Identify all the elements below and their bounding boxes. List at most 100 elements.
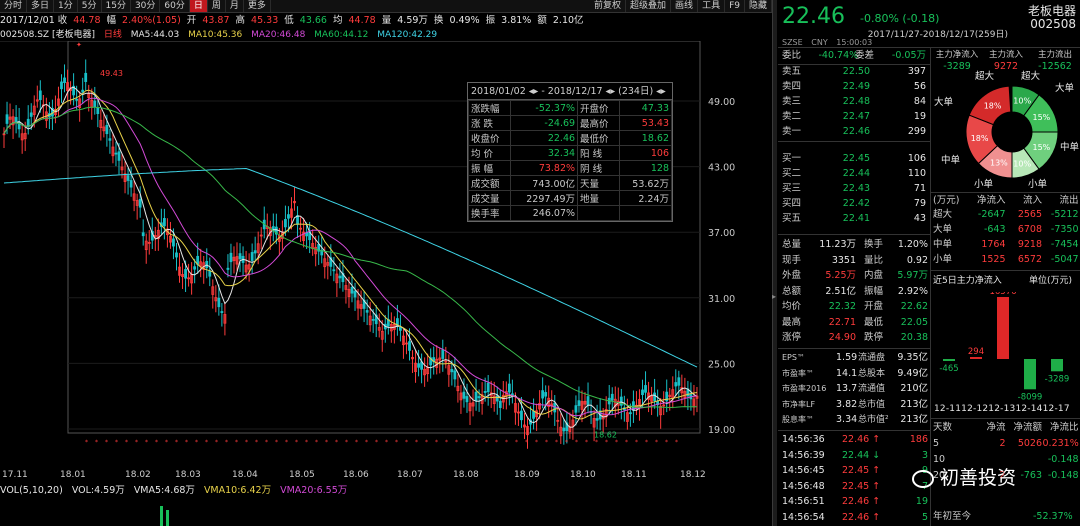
- period-tab[interactable]: 15分: [102, 0, 131, 12]
- stats-key: 收盘价: [468, 130, 511, 146]
- stats-key: 阳 线: [577, 145, 620, 161]
- stats-value: 2.24万: [618, 190, 673, 206]
- info-bar: 2017/12/01 收 44.78 幅 2.40%(1.05) 开 43.87 高 4…: [0, 13, 772, 29]
- weibi-row: 委比 -40.74% 委差 -0.05万: [782, 49, 928, 63]
- pie-label-big-right: 大单: [1055, 83, 1075, 94]
- flow-table-cell: -5212: [1050, 209, 1079, 220]
- stats-header[interactable]: 2018/01/02 ◂▸ - 2018/12/17 ◂▸ (234日) ◂▸: [468, 83, 672, 100]
- period-tab[interactable]: 60分: [160, 0, 190, 12]
- tick-row: 14:56:39 22.44 ↓ 3: [782, 449, 928, 463]
- candle-body: [38, 90, 42, 101]
- signal-mark: *: [195, 439, 198, 446]
- flow-table-cell: 超大: [933, 209, 953, 220]
- cell: 22.44: [842, 168, 870, 179]
- stats-value: 32.34: [509, 145, 579, 161]
- period-cell: -0.148: [1047, 470, 1079, 481]
- period-head-cell: 净流额: [1013, 422, 1042, 433]
- divider: [778, 430, 930, 431]
- candle-body: [226, 267, 230, 270]
- ma20-label: MA20:46.48: [251, 30, 306, 40]
- five-day-bar-label: -8099: [1018, 392, 1043, 402]
- cell: 3.82: [836, 398, 858, 410]
- candle-body: [114, 152, 118, 155]
- stock-code[interactable]: 002508.SZ [老板电器]: [0, 30, 95, 40]
- cell: 外盘: [782, 270, 802, 281]
- period-tab[interactable]: 5分: [78, 0, 102, 12]
- period-tab[interactable]: 多日: [27, 0, 55, 12]
- cell: 买五: [782, 213, 802, 224]
- period-tab[interactable]: 1分: [54, 0, 78, 12]
- volume-bars: [160, 506, 169, 526]
- flow-table-row: 超大 -2647 2565 -5212: [933, 208, 1079, 222]
- candle-body: [674, 382, 678, 387]
- signal-mark: *: [565, 439, 568, 446]
- stats-value: 2297.49万: [509, 190, 579, 206]
- cell: 397: [907, 66, 926, 77]
- cell: EPS™: [782, 353, 805, 362]
- cell: 84: [913, 96, 926, 107]
- period-tab[interactable]: 分时: [0, 0, 28, 12]
- cell: 内盘: [864, 270, 884, 281]
- candle-body: [574, 405, 578, 413]
- toolbar-button[interactable]: 前复权: [590, 0, 627, 12]
- info-item: 量 4.59万: [381, 15, 428, 26]
- cell: 22.45 ↑: [842, 480, 881, 492]
- signal-mark: *: [235, 439, 238, 446]
- stats-key: 天量: [577, 175, 620, 191]
- toolbar-button[interactable]: 超级叠加: [626, 0, 672, 12]
- period-tab[interactable]: 30分: [131, 0, 161, 12]
- vma5-label: VMA5:4.68万: [133, 485, 195, 496]
- collapse-arrow-icon[interactable]: ▸: [772, 292, 777, 301]
- cell: 0.92: [906, 254, 928, 266]
- signal-mark: *: [475, 439, 478, 446]
- signal-mark: *: [385, 439, 388, 446]
- cell: -40.74%: [818, 50, 859, 61]
- cell: 14:56:54: [782, 511, 825, 523]
- info-item: 低 43.66: [284, 15, 327, 26]
- signal-mark: *: [215, 439, 218, 446]
- candle-body: [498, 400, 502, 408]
- x-axis: 17.11 18.01 18.02 18.03 18.04 18.05 18.06 18.07…: [0, 470, 772, 482]
- candle-body: [465, 396, 469, 403]
- candle-body: [126, 175, 130, 181]
- panel-divider[interactable]: [772, 0, 777, 526]
- stats-value: 106: [618, 145, 673, 161]
- toolbar-button[interactable]: F9: [725, 0, 745, 12]
- cell: 22.46 ↑: [842, 434, 881, 445]
- candle-body: [205, 261, 209, 269]
- candle-body: [253, 250, 257, 254]
- fundamental-row: 股息率™ 3.34 总市值² 213亿: [782, 413, 928, 427]
- pie-label-super-right: 超大: [1021, 71, 1041, 82]
- toolbar-button[interactable]: 隐藏: [745, 0, 772, 12]
- candle-body: [172, 238, 175, 247]
- signal-mark: *: [465, 439, 468, 446]
- toolbar-button[interactable]: 工具: [698, 0, 726, 12]
- candle-body: [29, 112, 33, 117]
- cell: 22.41: [842, 213, 870, 224]
- cell: 卖四: [782, 81, 802, 92]
- signal-mark: *: [135, 439, 138, 446]
- flow-table-cell: 小单: [933, 254, 953, 265]
- signal-mark: *: [415, 439, 418, 446]
- period-tab[interactable]: 月: [226, 0, 244, 12]
- cell: 79: [913, 198, 926, 209]
- toolbar-button[interactable]: 画线: [671, 0, 699, 12]
- cell: 市净率LF: [782, 399, 816, 409]
- candle-body: [208, 270, 212, 277]
- flow-table-head-cell: 流入: [1022, 195, 1042, 206]
- cell: 2.51亿: [825, 285, 856, 297]
- signal-mark: *: [495, 439, 498, 446]
- cell: 卖五: [782, 66, 802, 77]
- toolbar-right: 前复权 超级叠加 画线 工具 F9 隐藏: [590, 0, 772, 12]
- period-tab[interactable]: 周: [208, 0, 226, 12]
- cell: 换手: [864, 239, 884, 250]
- cell: 卖三: [782, 96, 802, 107]
- vol-label[interactable]: VOL(5,10,20): [0, 485, 63, 496]
- cell: 现手: [782, 254, 802, 266]
- flow-table-cell: 1525: [981, 254, 1006, 265]
- period-tab[interactable]: 更多: [244, 0, 271, 12]
- candle-body: [586, 396, 590, 406]
- five-day-unit: 单位(万元): [1029, 276, 1073, 286]
- period-tab[interactable]: 日: [189, 0, 208, 12]
- x-tick-label: 18.12: [680, 470, 706, 480]
